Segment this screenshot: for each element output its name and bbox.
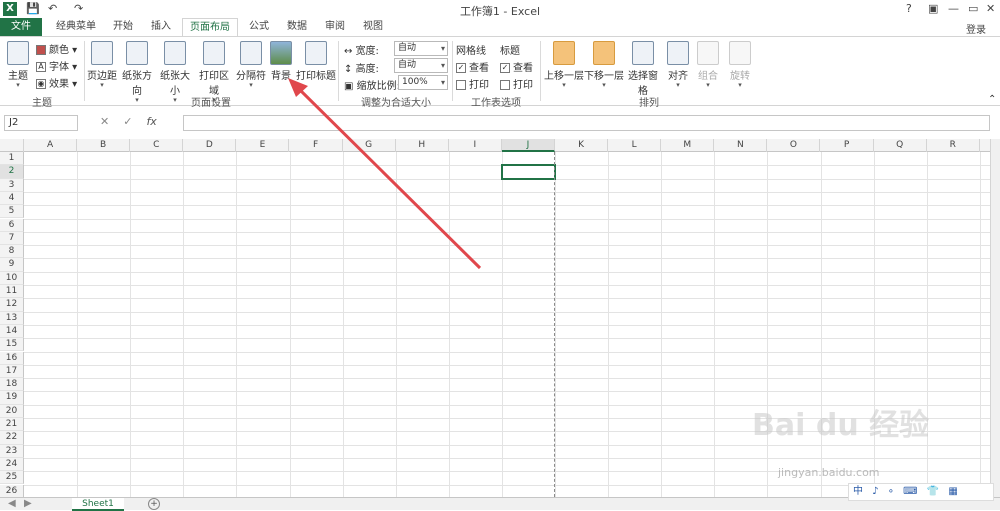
arrow-shaft: [296, 86, 482, 270]
annotation-arrow: [288, 78, 482, 270]
